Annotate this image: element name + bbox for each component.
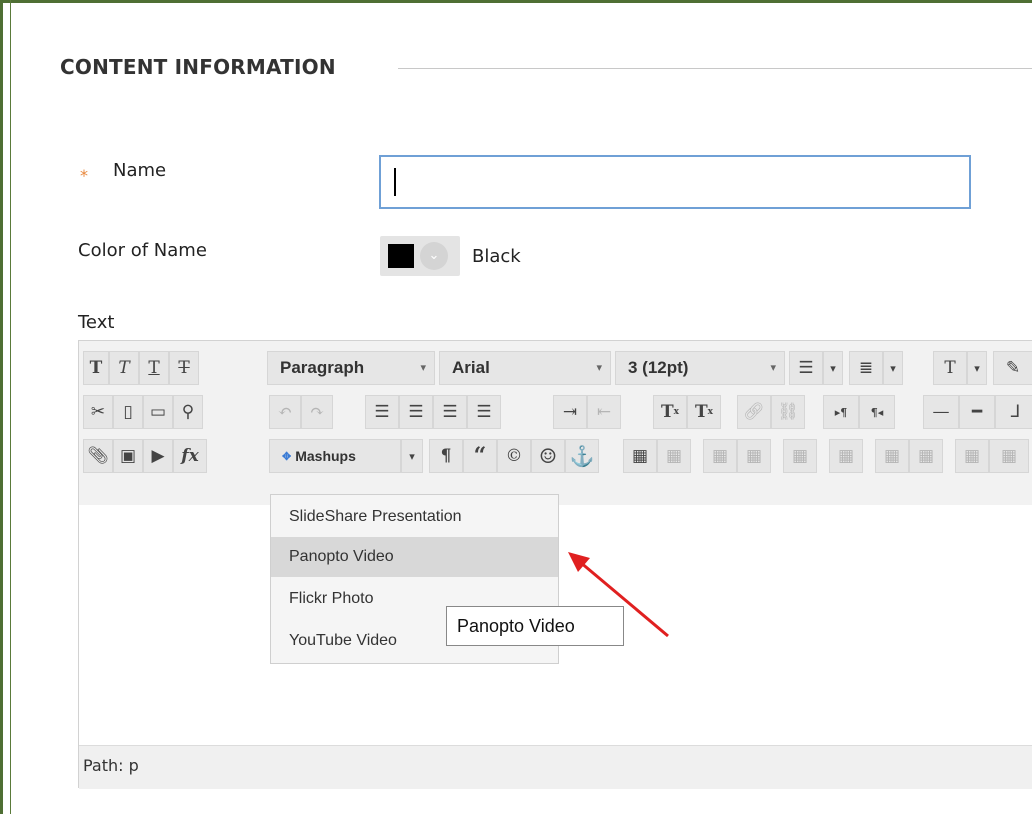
annotation-arrow-line (579, 560, 669, 638)
annotation-arrow (568, 552, 669, 638)
